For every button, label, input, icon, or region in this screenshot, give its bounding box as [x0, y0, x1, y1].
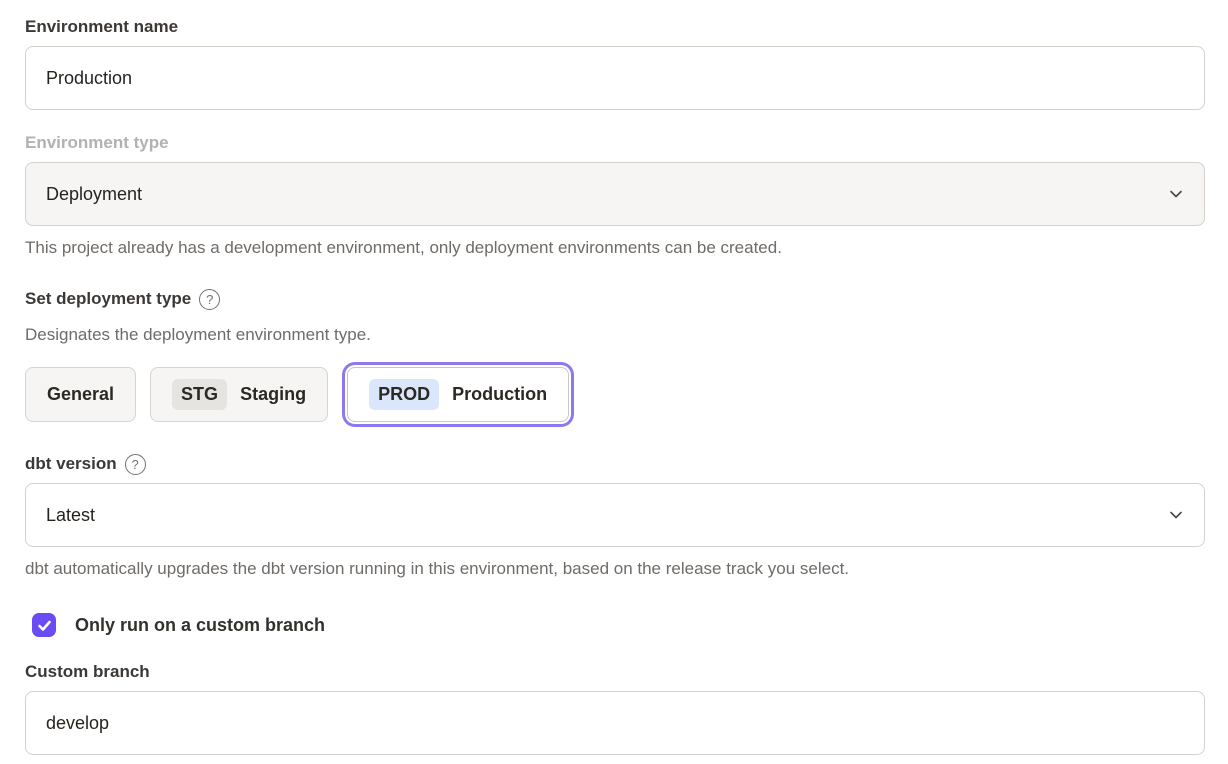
help-icon[interactable]: ?	[199, 289, 220, 310]
deployment-type-staging-label: Staging	[240, 384, 306, 405]
environment-name-field: Environment name	[25, 16, 1205, 110]
environment-type-select[interactable]: Deployment	[25, 162, 1205, 226]
environment-name-label: Environment name	[25, 16, 1205, 38]
custom-branch-field: Custom branch	[25, 661, 1205, 755]
deployment-type-label: Set deployment type ?	[25, 288, 1205, 310]
staging-badge: STG	[172, 379, 227, 410]
checkmark-icon	[37, 618, 52, 633]
deployment-type-description: Designates the deployment environment ty…	[25, 324, 1205, 346]
environment-name-input[interactable]	[25, 46, 1205, 110]
production-badge: PROD	[369, 379, 439, 410]
deployment-type-production-button[interactable]: PROD Production	[347, 367, 569, 422]
dbt-version-helper: dbt automatically upgrades the dbt versi…	[25, 558, 1205, 580]
custom-branch-toggle-label[interactable]: Only run on a custom branch	[75, 615, 325, 636]
custom-branch-label: Custom branch	[25, 661, 1205, 683]
deployment-type-staging-button[interactable]: STG Staging	[150, 367, 328, 422]
deployment-type-options: General STG Staging PROD Production	[25, 361, 1205, 427]
environment-type-label: Environment type	[25, 132, 1205, 154]
deployment-type-production-label: Production	[452, 384, 547, 405]
deployment-type-label-text: Set deployment type	[25, 288, 191, 310]
chevron-down-icon	[1168, 186, 1184, 202]
dbt-version-value: Latest	[46, 505, 95, 526]
dbt-version-select[interactable]: Latest	[25, 483, 1205, 547]
dbt-version-label-text: dbt version	[25, 453, 117, 475]
environment-type-value: Deployment	[46, 184, 142, 205]
deployment-type-field: Set deployment type ? Designates the dep…	[25, 288, 1205, 427]
deployment-type-general-label: General	[47, 384, 114, 405]
deployment-type-general-button[interactable]: General	[25, 367, 136, 422]
environment-settings-form: Environment name Environment type Deploy…	[0, 0, 1228, 755]
environment-type-helper: This project already has a development e…	[25, 237, 1205, 259]
dbt-version-label: dbt version ?	[25, 453, 1205, 475]
custom-branch-toggle-row: Only run on a custom branch	[32, 613, 1205, 637]
custom-branch-input[interactable]	[25, 691, 1205, 755]
dbt-version-field: dbt version ? Latest dbt automatically u…	[25, 453, 1205, 580]
environment-type-field: Environment type Deployment This project…	[25, 132, 1205, 259]
chevron-down-icon	[1168, 507, 1184, 523]
help-icon[interactable]: ?	[125, 454, 146, 475]
custom-branch-checkbox[interactable]	[32, 613, 56, 637]
